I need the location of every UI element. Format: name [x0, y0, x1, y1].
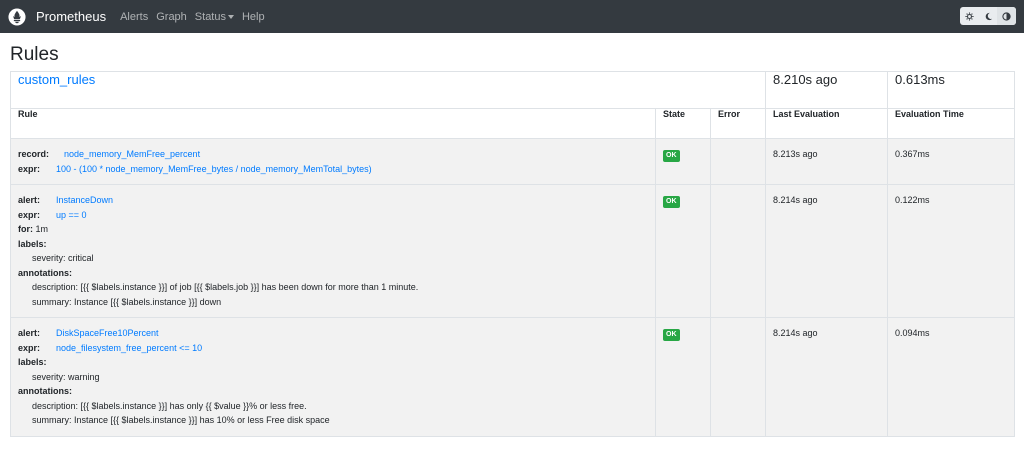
column-header-last-evaluation: Last Evaluation — [765, 108, 889, 139]
annotations-key: annotations: — [18, 267, 72, 278]
status-badge: OK — [663, 329, 680, 341]
light-theme-button[interactable] — [960, 7, 979, 25]
status-badge: OK — [663, 150, 680, 162]
rule-evaluation-time: 0.094ms — [887, 317, 1016, 437]
alert-name-link[interactable]: InstanceDown — [56, 195, 113, 205]
rule-last-evaluation: 8.214s ago — [765, 184, 889, 318]
rule-last-evaluation: 8.214s ago — [765, 317, 889, 437]
group-name-link[interactable]: custom_rules — [18, 72, 95, 87]
table-row: record: node_memory_MemFree_percent expr:… — [10, 138, 1016, 185]
nav-help[interactable]: Help — [242, 11, 265, 23]
column-header-state: State — [655, 108, 711, 139]
column-header-rule: Rule — [10, 108, 656, 139]
nav-graph[interactable]: Graph — [156, 11, 187, 23]
sun-gear-icon — [965, 11, 974, 21]
rule-definition: record: node_memory_MemFree_percent expr:… — [10, 138, 656, 185]
annotation-item: summary: Instance [{{ $labels.instance }… — [32, 415, 330, 425]
alert-key: alert: — [18, 328, 41, 338]
record-key: record: — [18, 149, 50, 159]
nav-status-dropdown[interactable]: Status — [195, 11, 234, 23]
column-header-row: Rule State Error Last Evaluation Evaluat… — [10, 108, 1016, 139]
labels-key: labels: — [18, 357, 47, 367]
rule-error — [709, 138, 767, 185]
table-row: alert: DiskSpaceFree10Percent expr: node_f… — [10, 317, 1016, 437]
for-value: 1m — [35, 224, 49, 234]
theme-toggle-group — [960, 7, 1016, 25]
group-last-evaluation: 8.210s ago — [765, 71, 889, 109]
brand-link[interactable]: Prometheus — [8, 7, 107, 26]
half-circle-icon — [1002, 11, 1011, 21]
table-row: alert: InstanceDown expr: up == 0 for: 1m … — [10, 184, 1016, 318]
column-header-evaluation-time: Evaluation Time — [887, 108, 1016, 139]
rule-evaluation-time: 0.122ms — [887, 184, 1016, 318]
brand-text: Prometheus — [36, 9, 107, 24]
rule-evaluation-time: 0.367ms — [887, 138, 1016, 185]
status-badge: OK — [663, 196, 680, 208]
nav-status-label: Status — [194, 10, 226, 23]
alert-name-link[interactable]: DiskSpaceFree10Percent — [56, 328, 159, 338]
page-title: Rules — [10, 44, 59, 65]
labels-key: labels: — [18, 238, 47, 249]
expr-key: expr: — [18, 209, 41, 220]
column-header-error: Error — [709, 108, 767, 139]
navbar: Prometheus Alerts Graph Status Help — [0, 0, 1024, 33]
rules-container: custom_rules 8.210s ago 0.613ms Rule Sta… — [0, 71, 1024, 437]
expr-link[interactable]: up == 0 — [56, 210, 87, 220]
rule-last-evaluation: 8.213s ago — [765, 138, 889, 185]
group-header-row: custom_rules 8.210s ago 0.613ms — [9, 71, 1016, 109]
rule-error — [709, 317, 767, 437]
expr-link[interactable]: 100 - (100 * node_memory_MemFree_bytes /… — [56, 164, 372, 174]
browser-theme-button[interactable] — [997, 7, 1016, 25]
annotation-item: description: [{{ $labels.instance }}] of… — [32, 282, 419, 292]
caret-down-icon — [227, 14, 234, 19]
record-name-link[interactable]: node_memory_MemFree_percent — [64, 149, 200, 159]
dark-theme-button[interactable] — [979, 7, 998, 25]
rules-table: custom_rules 8.210s ago 0.613ms Rule Sta… — [9, 71, 1016, 437]
label-item: severity: critical — [32, 253, 94, 263]
for-key: for: — [18, 224, 33, 234]
rule-error — [709, 184, 767, 318]
moon-icon — [985, 12, 992, 20]
nav-alerts[interactable]: Alerts — [120, 11, 148, 23]
group-evaluation-time: 0.613ms — [887, 71, 1016, 109]
expr-key: expr: — [18, 163, 41, 174]
label-item: severity: warning — [32, 371, 100, 382]
prometheus-logo-icon — [8, 7, 26, 26]
annotations-key: annotations: — [18, 386, 72, 396]
annotation-item: summary: Instance [{{ $labels.instance }… — [32, 296, 222, 307]
annotation-item: description: [{{ $labels.instance }}] ha… — [32, 400, 307, 411]
rule-definition: alert: InstanceDown expr: up == 0 for: 1m … — [10, 184, 656, 318]
expr-key: expr: — [18, 342, 41, 353]
expr-link[interactable]: node_filesystem_free_percent <= 10 — [56, 343, 202, 353]
rule-definition: alert: DiskSpaceFree10Percent expr: node_f… — [10, 317, 656, 437]
alert-key: alert: — [18, 195, 41, 205]
